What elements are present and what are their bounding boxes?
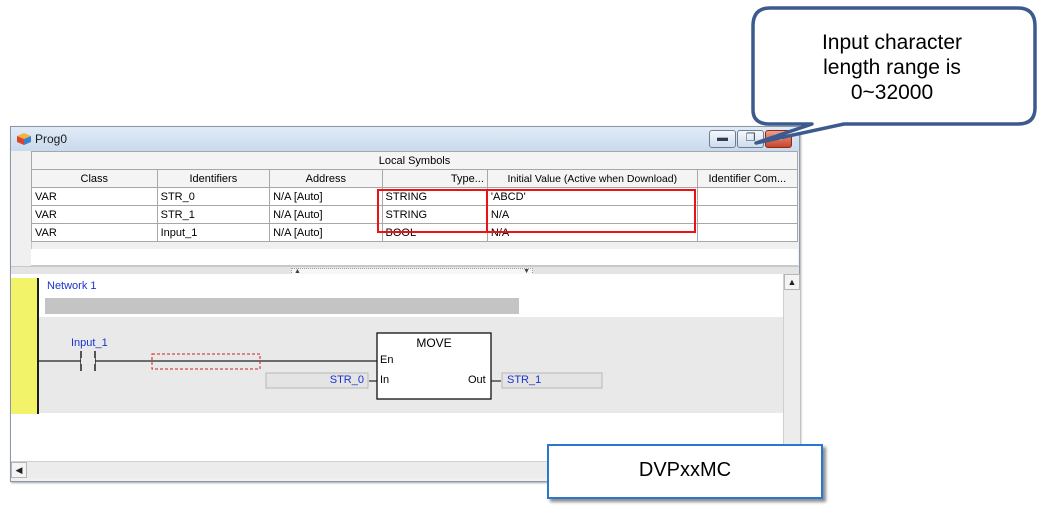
device-label-box: DVPxxMC — [547, 444, 823, 499]
ladder-editor[interactable]: Network 1 Input_1 MOVE En In Out STR_0 S… — [11, 274, 783, 461]
table-cell[interactable]: VAR — [31, 223, 158, 242]
column-header[interactable]: Type... — [381, 169, 488, 188]
column-header[interactable]: Address — [269, 169, 383, 188]
rung-diagram — [39, 332, 603, 400]
minimize-icon: ▬ — [717, 132, 728, 144]
table-cell[interactable]: STR_0 — [156, 187, 271, 206]
column-header[interactable]: Initial Value (Active when Download) — [486, 169, 698, 188]
in-variable-name[interactable]: STR_0 — [266, 374, 364, 386]
column-header[interactable]: Identifier Com... — [696, 169, 799, 188]
table-cell[interactable] — [696, 187, 799, 206]
column-header[interactable]: Class — [31, 169, 158, 188]
callout-line-2: length range is — [823, 56, 961, 79]
vertical-scrollbar[interactable]: ▲ — [783, 274, 800, 461]
minimize-button[interactable]: ▬ — [709, 130, 736, 148]
column-header[interactable]: Identifiers — [156, 169, 271, 188]
table-cell[interactable]: STR_1 — [156, 205, 271, 224]
title-bar[interactable]: Prog0 ▬ ❐ ✕ — [11, 127, 799, 151]
table-cell[interactable] — [696, 223, 799, 242]
callout-line-3: 0~32000 — [850, 81, 934, 104]
pin-in-label: In — [380, 374, 390, 386]
table-cell[interactable] — [696, 205, 799, 224]
app-cube-icon — [17, 133, 31, 145]
type-highlight-box — [377, 189, 488, 233]
contact-label[interactable]: Input_1 — [71, 337, 108, 349]
table-cell[interactable]: N/A [Auto] — [269, 187, 383, 206]
out-variable-name[interactable]: STR_1 — [507, 374, 541, 386]
device-label: DVPxxMC — [638, 459, 732, 481]
block-name: MOVE — [416, 336, 452, 350]
pin-out-label: Out — [468, 374, 486, 386]
scroll-left-icon[interactable]: ◀ — [11, 462, 27, 478]
scroll-up-icon[interactable]: ▲ — [784, 274, 800, 290]
table-cell[interactable]: N/A [Auto] — [269, 223, 383, 242]
table-caption: Local Symbols — [31, 151, 798, 170]
table-cell[interactable]: Input_1 — [156, 223, 271, 242]
table-cell[interactable]: VAR — [31, 187, 158, 206]
window-title: Prog0 — [35, 132, 68, 146]
table-cell[interactable]: N/A [Auto] — [269, 205, 383, 224]
symbols-empty-area — [31, 249, 798, 266]
table-cell[interactable]: VAR — [31, 205, 158, 224]
program-window: Prog0 ▬ ❐ ✕ Local Symbols Class Identifi… — [10, 126, 800, 482]
callout-text: Input character length range is 0~32000 — [772, 30, 1012, 105]
initial-value-highlight-box — [486, 189, 696, 233]
callout-line-1: Input character — [821, 31, 963, 54]
pin-en-label: En — [380, 354, 394, 366]
